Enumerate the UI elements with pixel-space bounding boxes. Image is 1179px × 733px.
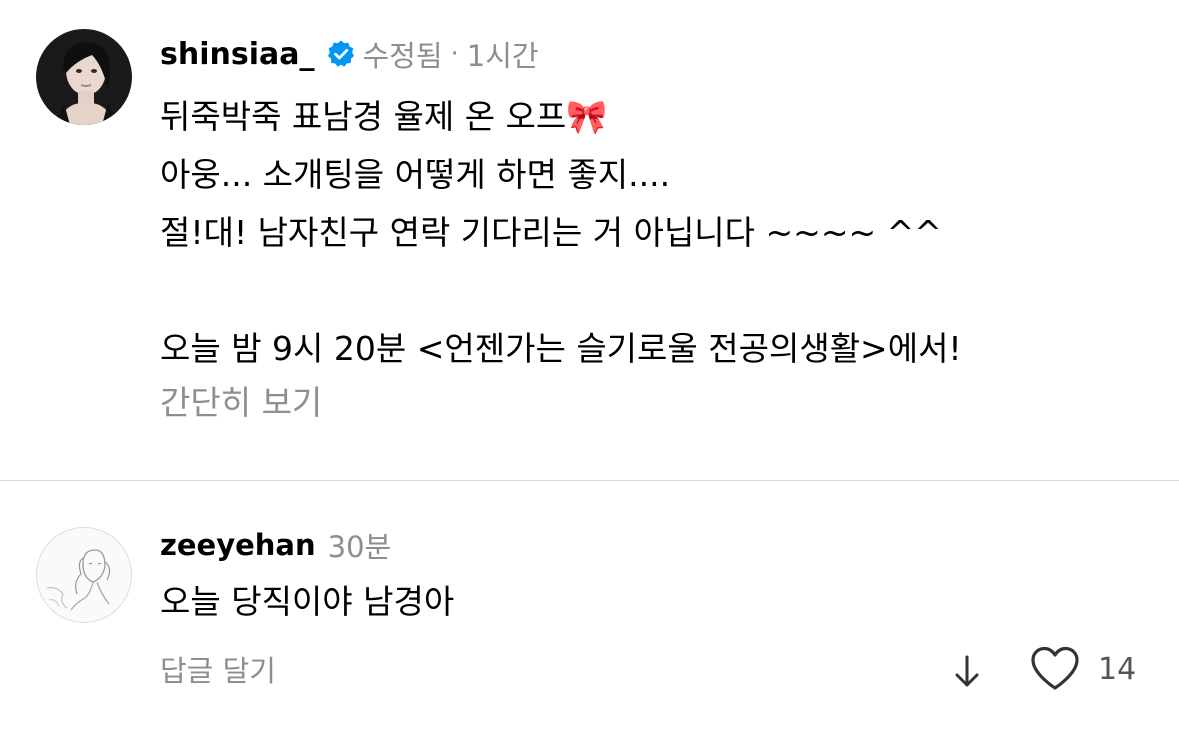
commenter-avatar[interactable] (36, 527, 132, 623)
caption-header: shinsiaa_ 수정됨 · 1시간 (160, 31, 539, 77)
caption-line: 오늘 밤 9시 20분 <언젠가는 슬기로울 전공의생활>에서! (160, 329, 962, 368)
heart-icon[interactable] (1029, 645, 1081, 693)
reply-button[interactable]: 답글 달기 (160, 647, 276, 695)
author-avatar[interactable] (36, 29, 132, 125)
divider (0, 480, 1179, 481)
post-detail: shinsiaa_ 수정됨 · 1시간 뒤죽박죽 표남경 율제 온 오프🎀 아웅… (0, 0, 1179, 733)
like-count: 14 (1098, 652, 1137, 687)
edited-label: 수정됨 (362, 39, 443, 73)
verified-badge-icon (326, 39, 356, 69)
author-username[interactable]: shinsiaa_ (160, 37, 314, 72)
comment-time: 30분 (327, 530, 392, 564)
see-less-link[interactable]: 간단히 보기 (160, 378, 1160, 428)
comment-text: 오늘 당직이야 남경아 (160, 582, 455, 621)
caption-line: 뒤죽박죽 표남경 율제 온 오프🎀 (160, 97, 608, 136)
post-time: 1시간 (466, 39, 539, 73)
meta-separator: · (450, 39, 459, 69)
down-arrow-icon[interactable] (950, 651, 984, 691)
caption-line: 아웅... 소개팅을 어떻게 하면 좋지.... (160, 155, 671, 194)
caption-line: 절!대! 남자친구 연락 기다리는 거 아닙니다 ~~~~ ^^ (160, 213, 942, 252)
caption-text: 뒤죽박죽 표남경 율제 온 오프🎀 아웅... 소개팅을 어떻게 하면 좋지..… (160, 88, 1160, 428)
commenter-username[interactable]: zeeyehan (160, 528, 316, 562)
comment-header: zeeyehan 30분 (160, 521, 391, 569)
